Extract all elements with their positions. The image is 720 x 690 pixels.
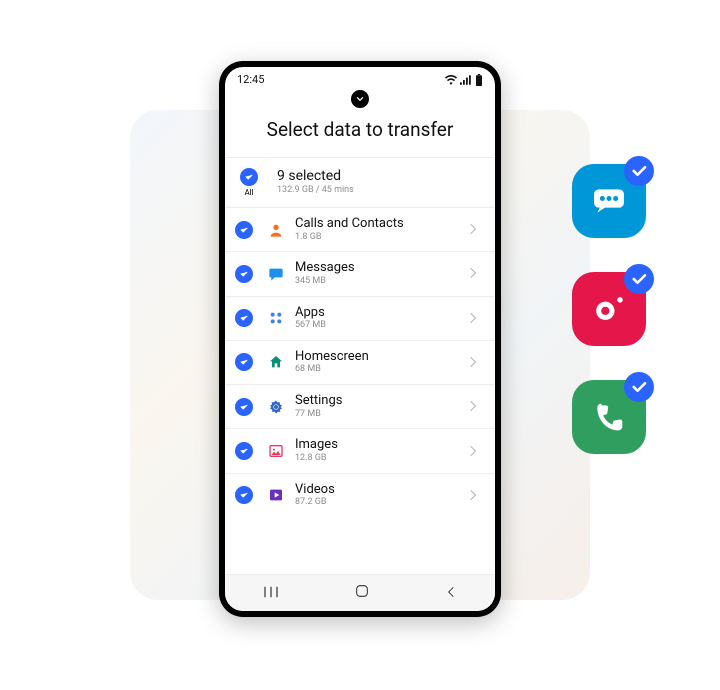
checkbox-icon[interactable] [235, 353, 253, 371]
item-size: 68 MB [295, 364, 469, 376]
chevron-right-icon [469, 220, 481, 239]
checkbox-all[interactable] [240, 168, 258, 186]
chevron-right-icon [469, 264, 481, 283]
android-nav-bar [225, 574, 495, 611]
list-item[interactable]: Videos87.2 GB [225, 474, 495, 517]
apps-icon [267, 309, 285, 327]
item-size: 1.8 GB [295, 232, 469, 244]
chevron-right-icon [469, 486, 481, 505]
list-item[interactable]: Apps567 MB [225, 297, 495, 341]
float-messages-app-icon [572, 164, 646, 238]
selected-subtitle: 132.9 GB / 45 mins [277, 185, 481, 197]
float-camera-app-icon [572, 272, 646, 346]
contact-icon [267, 221, 285, 239]
checkbox-icon[interactable] [235, 265, 253, 283]
list-item[interactable]: Calls and Contacts1.8 GB [225, 208, 495, 252]
checkbox-icon[interactable] [235, 442, 253, 460]
chevron-right-icon [469, 353, 481, 372]
float-phone-app-icon [572, 380, 646, 454]
selected-count: 9 selected [277, 168, 481, 185]
back-button[interactable] [444, 584, 458, 603]
list-item[interactable]: Messages345 MB [225, 252, 495, 296]
checkbox-icon[interactable] [235, 221, 253, 239]
check-badge-icon [624, 372, 654, 402]
item-label: Homescreen [295, 349, 469, 365]
collapse-badge-icon[interactable] [351, 90, 369, 108]
item-label: Videos [295, 482, 469, 498]
chevron-right-icon [469, 442, 481, 461]
item-label: Images [295, 437, 469, 453]
images-icon [267, 442, 285, 460]
check-badge-icon [624, 264, 654, 294]
item-size: 77 MB [295, 409, 469, 421]
home-button[interactable] [354, 583, 370, 603]
signal-icon [460, 75, 472, 85]
home-icon [267, 353, 285, 371]
checkbox-icon[interactable] [235, 398, 253, 416]
transfer-list: All 9 selected 132.9 GB / 45 mins Calls … [225, 157, 495, 574]
select-all-row[interactable]: All 9 selected 132.9 GB / 45 mins [225, 157, 495, 208]
checkbox-icon[interactable] [235, 486, 253, 504]
item-label: Calls and Contacts [295, 216, 469, 232]
status-time: 12:45 [237, 73, 264, 86]
status-icons [445, 74, 483, 86]
item-label: Apps [295, 305, 469, 321]
message-icon [267, 265, 285, 283]
phone-screen: 12:45 Select data to transfer All [225, 67, 495, 611]
videos-icon [267, 486, 285, 504]
chevron-right-icon [469, 397, 481, 416]
item-label: Messages [295, 260, 469, 276]
chevron-right-icon [469, 309, 481, 328]
item-size: 567 MB [295, 320, 469, 332]
check-badge-icon [624, 156, 654, 186]
phone-frame: 12:45 Select data to transfer All [219, 61, 501, 617]
recents-button[interactable] [262, 584, 280, 603]
list-item[interactable]: Settings77 MB [225, 385, 495, 429]
item-size: 345 MB [295, 276, 469, 288]
list-item[interactable]: Homescreen68 MB [225, 341, 495, 385]
list-item[interactable]: Images12.8 GB [225, 429, 495, 473]
item-size: 12.8 GB [295, 453, 469, 465]
battery-icon [475, 74, 483, 86]
wifi-icon [445, 75, 457, 85]
settings-icon [267, 398, 285, 416]
all-label: All [244, 188, 253, 197]
item-label: Settings [295, 393, 469, 409]
checkbox-icon[interactable] [235, 309, 253, 327]
page-title: Select data to transfer [225, 118, 495, 141]
item-size: 87.2 GB [295, 497, 469, 509]
status-bar: 12:45 [225, 67, 495, 88]
